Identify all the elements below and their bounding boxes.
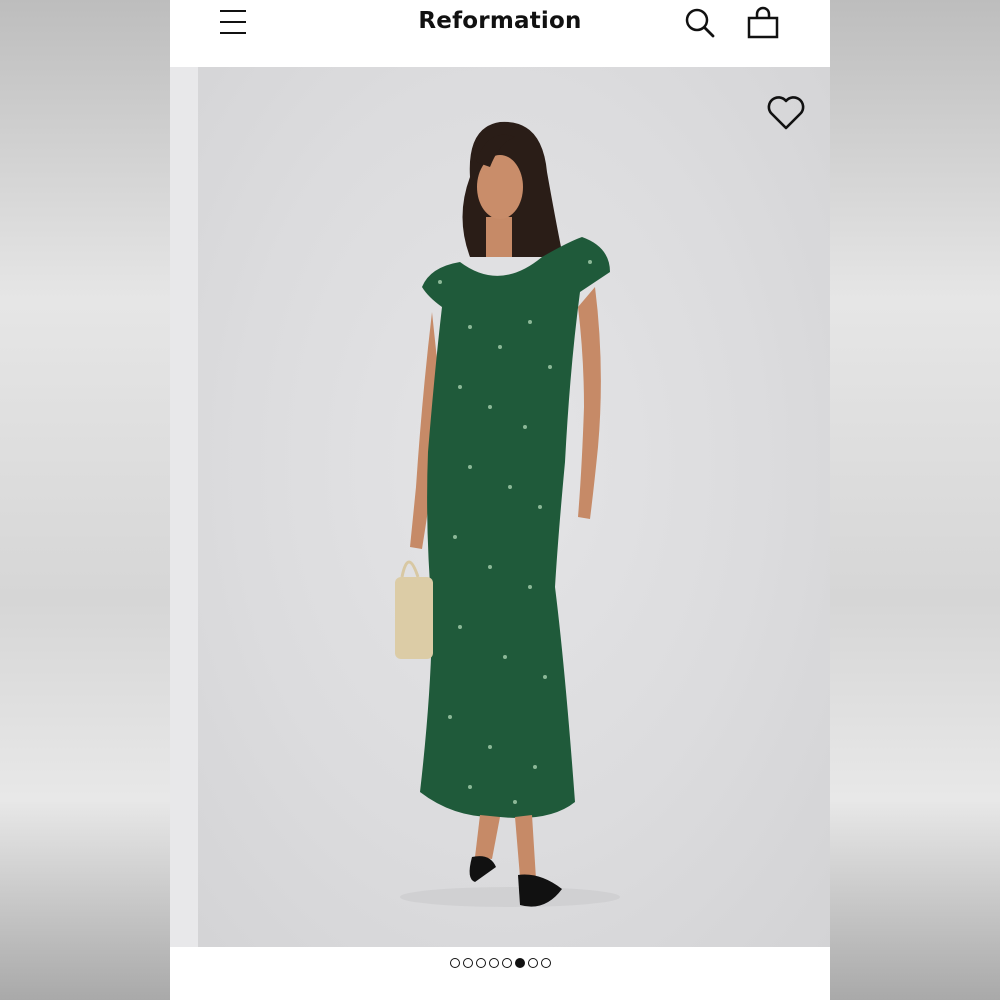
- shopping-bag-icon[interactable]: [746, 6, 780, 40]
- pagination-dot-5[interactable]: [501, 958, 512, 968]
- image-pagination: [170, 958, 830, 968]
- mobile-screen: Reformation: [170, 0, 830, 1000]
- background-blur-left: [0, 0, 170, 1000]
- background-blur-right: [830, 0, 1000, 1000]
- site-header: Reformation: [170, 0, 830, 67]
- pagination-dot-8[interactable]: [540, 958, 551, 968]
- pagination-dot-4[interactable]: [488, 958, 499, 968]
- product-image[interactable]: [170, 67, 830, 947]
- pagination-dot-3[interactable]: [475, 958, 486, 968]
- pagination-dot-6-active[interactable]: [514, 958, 525, 968]
- pagination-dot-7[interactable]: [527, 958, 538, 968]
- search-icon[interactable]: [683, 6, 717, 40]
- pagination-dot-2[interactable]: [462, 958, 473, 968]
- model-illustration: [395, 121, 620, 907]
- favorite-heart-icon[interactable]: [766, 95, 806, 131]
- brand-logo[interactable]: Reformation: [170, 8, 830, 34]
- pagination-dot-1[interactable]: [449, 958, 460, 968]
